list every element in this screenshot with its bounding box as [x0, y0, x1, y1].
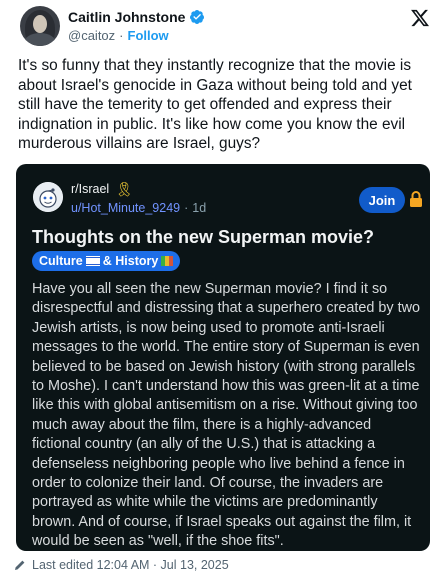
avatar[interactable] [20, 6, 60, 46]
author-row: u/Hot_Minute_9249 · 1d [71, 201, 206, 215]
post-age: 1d [192, 201, 207, 215]
author-username[interactable]: u/Hot_Minute_9249 [71, 201, 180, 215]
subreddit-row: r/Israel 🎗 [71, 182, 133, 196]
subreddit-avatar[interactable] [33, 182, 63, 212]
tweet: Caitlin Johnstone @caitoz · Follow It's … [0, 0, 445, 581]
name-row: Caitlin Johnstone [68, 9, 205, 25]
israel-flag-icon [85, 256, 100, 266]
yellow-ribbon-icon: 🎗 [115, 181, 133, 197]
lock-icon [410, 191, 422, 207]
flair-badge[interactable]: Culture & History [32, 251, 181, 271]
tweet-header: Caitlin Johnstone @caitoz · Follow [12, 6, 432, 48]
edited-timestamp[interactable]: Last edited 12:04 AM · Jul 13, 2025 [32, 558, 229, 572]
flair-culture-label: Culture [39, 254, 83, 268]
post-title[interactable]: Thoughts on the new Superman movie? [32, 227, 422, 248]
tweet-text: It's so funny that they instantly recogn… [18, 57, 412, 152]
separator-dot: · [119, 28, 124, 43]
flair-history-label: & History [102, 254, 159, 268]
verified-badge-icon [190, 10, 205, 24]
x-logo-icon[interactable] [410, 8, 430, 28]
handle-row: @caitoz · Follow [68, 28, 169, 43]
reddit-post-card[interactable]: r/Israel 🎗 u/Hot_Minute_9249 · 1d Join T… [16, 164, 430, 551]
subreddit-name[interactable]: r/Israel [71, 182, 109, 196]
tweet-footer: Last edited 12:04 AM · Jul 13, 2025 [14, 558, 229, 572]
pencil-icon [15, 560, 25, 570]
handle[interactable]: @caitoz [68, 28, 115, 43]
follow-button[interactable]: Follow [128, 28, 169, 43]
books-icon [161, 256, 174, 266]
separator-dot: · [184, 201, 189, 215]
join-button[interactable]: Join [359, 187, 405, 213]
display-name[interactable]: Caitlin Johnstone [68, 9, 185, 25]
post-body: Have you all seen the new Superman movie… [32, 281, 420, 550]
